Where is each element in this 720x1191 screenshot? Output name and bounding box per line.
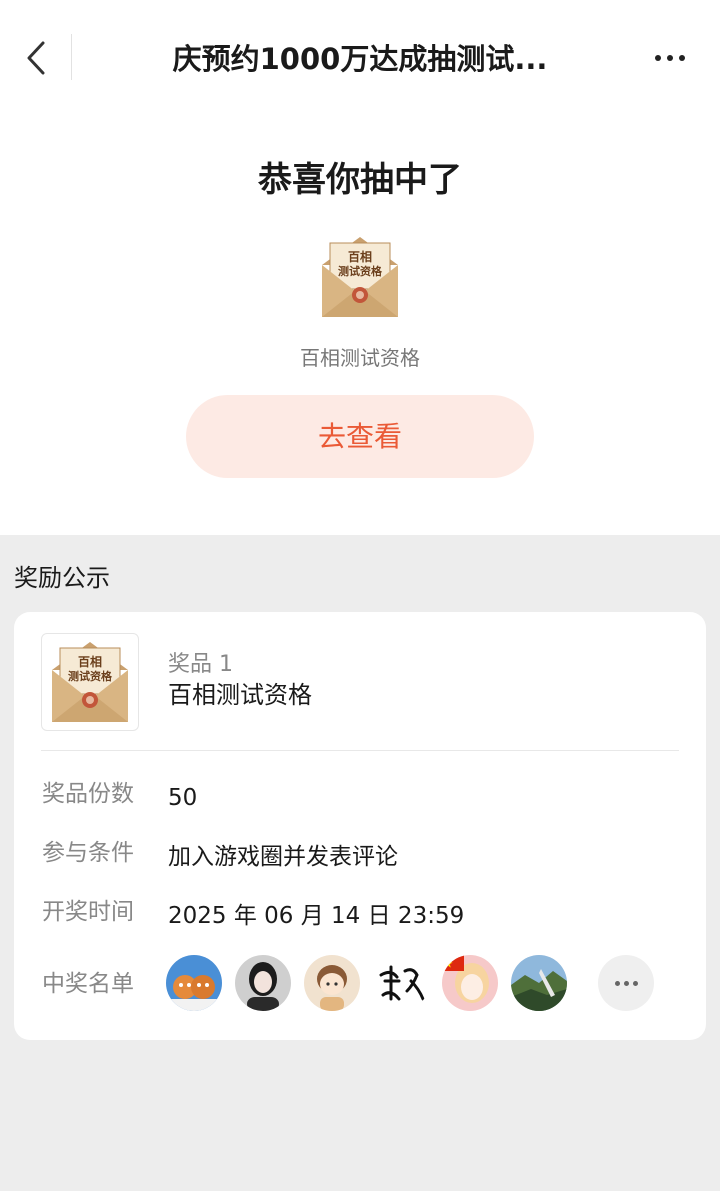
draw-time-value: 2025 年 06 月 14 日 23:59 [168,903,465,929]
chevron-left-icon [27,41,45,75]
condition-label: 参与条件 [42,840,134,866]
more-winners-button[interactable] [598,955,654,1011]
anime-girl-flag-avatar-icon [442,955,498,1011]
more-dot-icon [632,980,638,986]
more-dot-icon [614,980,620,986]
prize-index-label: 奖品 1 [168,652,233,677]
prize-count-label: 奖品份数 [42,781,134,807]
more-dot-icon [655,55,661,61]
prize-envelope-image: 百相 测试资格 [318,233,402,321]
navigation-bar: 庆预约1000万达成抽测试... [0,22,720,94]
section-title: 奖励公示 [14,564,110,592]
prize-name: 百相测试资格 [168,681,312,709]
girl-photo-avatar-icon [235,955,291,1011]
envelope-text: 百相 [348,249,372,264]
result-panel: 庆预约1000万达成抽测试... 恭喜你抽中了 百相 测试资格 百相测试资格 去… [0,0,720,535]
congrats-heading: 恭喜你抽中了 [258,160,462,200]
chibi-boy-avatar-icon [304,955,360,1011]
svg-text:测试资格: 测试资格 [68,669,113,683]
more-dot-icon [667,55,673,61]
envelope-icon: 百相 测试资格 [322,237,398,317]
nav-divider [71,34,72,80]
view-prize-button[interactable]: 去查看 [186,395,534,478]
won-prize-name: 百相测试资格 [300,346,420,370]
condition-value: 加入游戏圈并发表评论 [168,844,398,870]
page-title: 庆预约1000万达成抽测试... [172,42,548,76]
winners-label: 中奖名单 [42,971,134,997]
draw-time-label: 开奖时间 [42,899,134,925]
svg-text:测试资格: 测试资格 [338,264,383,278]
divider [41,750,679,751]
winner-avatar[interactable] [166,955,222,1011]
prize-thumbnail: 百相 测试资格 [41,633,139,731]
prize-count-value: 50 [168,785,198,811]
cartoon-cats-avatar-icon [166,955,222,1011]
winner-avatar[interactable] [235,955,291,1011]
more-dot-icon [679,55,685,61]
more-options-button[interactable] [646,36,694,80]
more-dot-icon [623,980,629,986]
winner-avatar[interactable] [373,955,429,1011]
winner-avatar[interactable] [442,955,498,1011]
winner-avatar[interactable] [511,955,567,1011]
prize-card: 百相 测试资格 奖品 1 百相测试资格 奖品份数 50 参与条件 加入游戏圈并发… [14,612,706,1040]
envelope-icon: 百相 测试资格 [52,642,128,722]
landscape-photo-avatar-icon [511,955,567,1011]
svg-text:百相: 百相 [78,654,102,669]
calligraphy-avatar-icon [373,955,429,1011]
winner-avatar[interactable] [304,955,360,1011]
back-button[interactable] [14,34,58,82]
